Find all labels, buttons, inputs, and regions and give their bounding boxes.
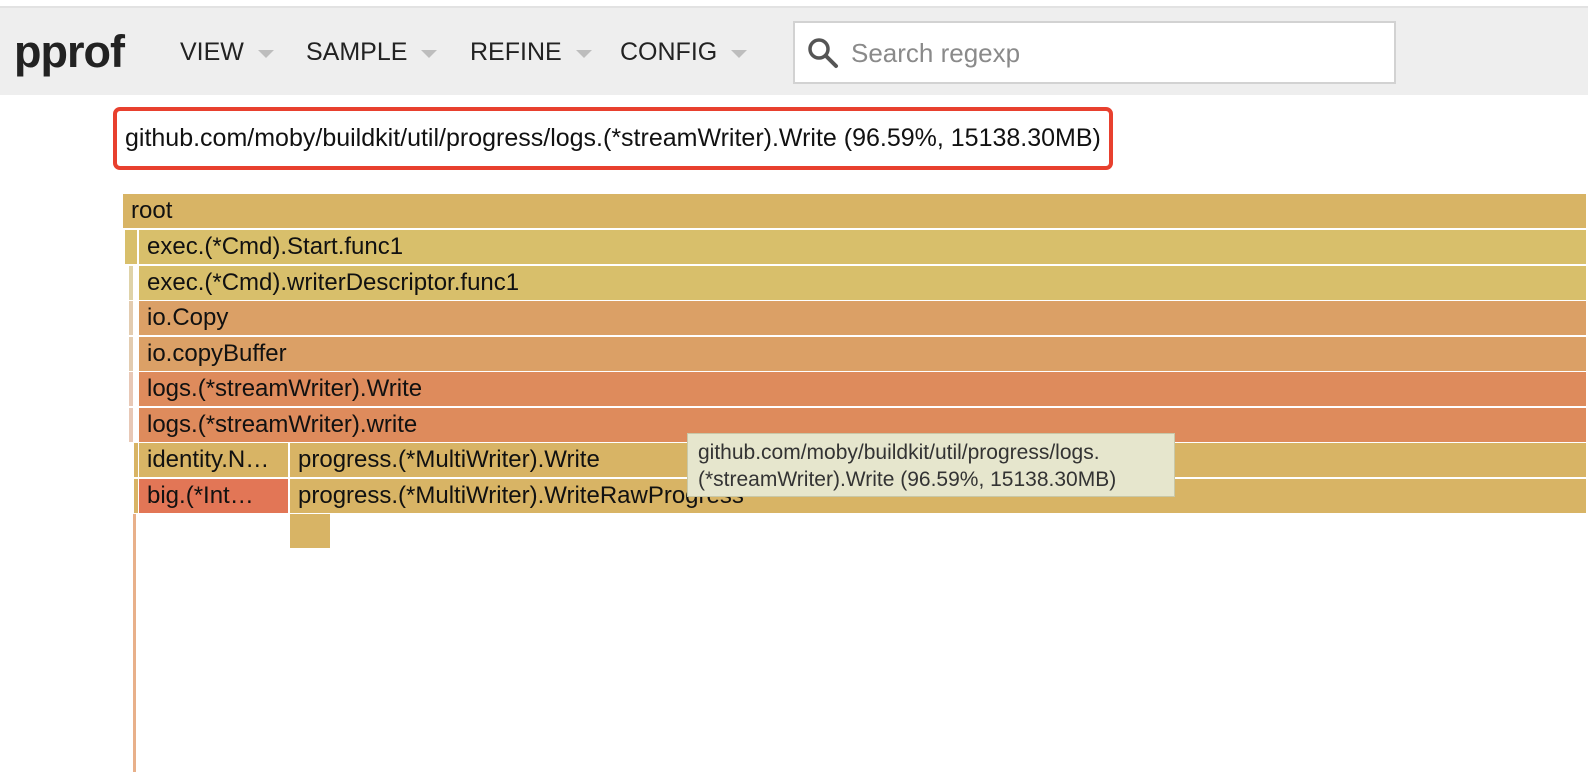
frame-label: identity.N…	[147, 446, 270, 473]
frame-tooltip: github.com/moby/buildkit/util/progress/l…	[687, 433, 1175, 497]
flame-sliver[interactable]	[129, 266, 133, 300]
flame-sliver[interactable]	[129, 337, 133, 371]
frame-label: logs.(*streamWriter).write	[147, 411, 418, 438]
frame-label: progress.(*MultiWriter).WriteRawProgress	[298, 482, 744, 509]
frame-label: io.copyBuffer	[147, 340, 287, 367]
frame-io-copy[interactable]: io.Copy	[139, 301, 1588, 335]
flame-sliver[interactable]	[129, 372, 133, 406]
frame-label: progress.(*MultiWriter).Write	[298, 446, 600, 473]
flame-sliver[interactable]	[125, 230, 137, 264]
tooltip-line: github.com/moby/buildkit/util/progress/l…	[698, 441, 1100, 464]
frame-start-func1[interactable]: exec.(*Cmd).Start.func1	[139, 230, 1588, 264]
frame-label: io.Copy	[147, 304, 229, 331]
frame-root[interactable]: root	[123, 194, 1588, 228]
flame-sliver[interactable]	[133, 514, 136, 772]
frame-label: exec.(*Cmd).writerDescriptor.func1	[147, 269, 520, 296]
flame-sliver[interactable]	[129, 408, 133, 442]
frame-stream-writer-write[interactable]: logs.(*streamWriter).Write	[139, 372, 1588, 406]
frame-label: root	[131, 197, 173, 224]
frame-identity[interactable]: identity.N…	[139, 443, 290, 477]
frame-io-copy-buffer[interactable]: io.copyBuffer	[139, 337, 1588, 371]
frame-writer-descriptor[interactable]: exec.(*Cmd).writerDescriptor.func1	[139, 266, 1588, 300]
frame-label: exec.(*Cmd).Start.func1	[147, 233, 404, 260]
frame-label: big.(*Int…	[147, 482, 254, 509]
frame-unlabeled[interactable]	[290, 514, 332, 548]
frame-big-int[interactable]: big.(*Int…	[139, 479, 290, 513]
tooltip-line: (*streamWriter).Write (96.59%, 15138.30M…	[698, 468, 1117, 491]
flame-sliver[interactable]	[134, 443, 138, 477]
flame-graph: root exec.(*Cmd).Start.func1 exec.(*Cmd)…	[0, 0, 1588, 782]
flame-sliver[interactable]	[134, 479, 138, 513]
frame-label: logs.(*streamWriter).Write	[147, 375, 423, 402]
flame-sliver[interactable]	[129, 301, 133, 335]
